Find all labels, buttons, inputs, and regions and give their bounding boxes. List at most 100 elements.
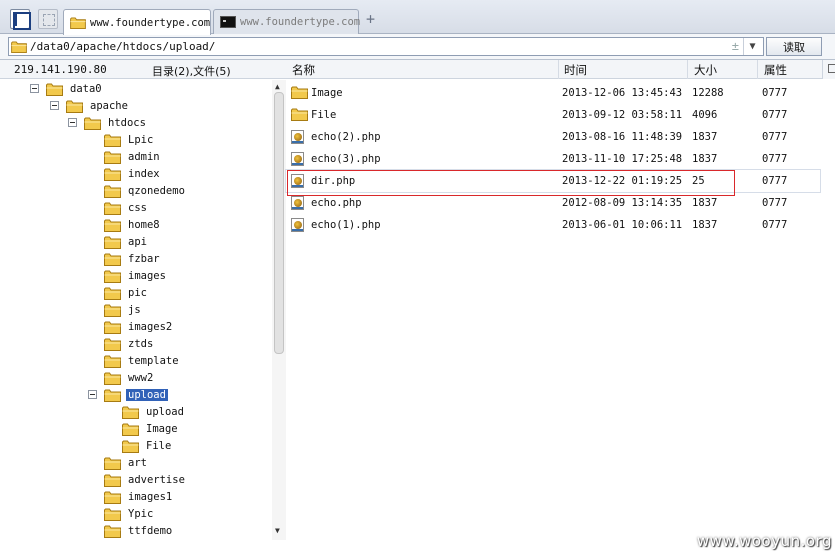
tree-node[interactable]: images2 (104, 319, 174, 335)
column-time[interactable]: 时间 (564, 62, 587, 78)
dir-summary: 目录(2),文件(5) (152, 65, 231, 78)
path-text: /data0/apache/htdocs/upload/ (30, 40, 216, 53)
terminal-icon (220, 16, 236, 28)
file-name: echo.php (311, 197, 362, 209)
tree-node[interactable]: Ypic (104, 506, 155, 522)
tree-node[interactable]: template (104, 353, 181, 369)
tree-node-label: js (128, 304, 141, 316)
php-file-icon (291, 130, 304, 144)
tree-node[interactable]: apache (66, 98, 130, 114)
folder-icon (104, 219, 121, 232)
tree-node[interactable]: upload (122, 404, 186, 420)
tree-node-label: api (128, 236, 147, 248)
tree-node-label: Ypic (128, 508, 154, 520)
collapse-toggle-icon[interactable] (88, 390, 97, 399)
column-divider[interactable] (687, 60, 688, 79)
file-row[interactable]: File 2013-09-12 03:58:11 4096 0777 (286, 104, 820, 126)
tree-node[interactable]: File (122, 438, 173, 454)
read-button[interactable]: 读取 (766, 37, 822, 56)
tree-scrollbar[interactable]: ▲ ▼ (272, 80, 286, 540)
tree-node[interactable]: ztds (104, 336, 155, 352)
tab-terminal[interactable]: www.foundertype.com (213, 9, 361, 34)
scroll-up-icon[interactable]: ▲ (275, 82, 280, 91)
new-tab-plus-icon[interactable]: + (366, 12, 375, 27)
tree-node[interactable]: ttfdemo (104, 523, 174, 539)
folder-icon (104, 525, 121, 538)
column-divider[interactable] (757, 60, 758, 79)
tree-node[interactable]: index (104, 166, 162, 182)
tab-file-manager[interactable]: www.foundertype.com (63, 9, 211, 35)
tree-node[interactable]: css (104, 200, 149, 216)
server-ip: 219.141.190.80 (14, 63, 107, 76)
file-row[interactable]: echo(3).php 2013-11-10 17:25:48 1837 0777 (286, 148, 820, 170)
tree-node[interactable]: api (104, 234, 149, 250)
tree-node-label: admin (128, 151, 160, 163)
file-size: 1837 (692, 219, 718, 231)
file-name: echo(1).php (311, 219, 381, 231)
tree-node[interactable]: advertise (104, 472, 187, 488)
column-attr[interactable]: 属性 (764, 62, 787, 78)
plus-minus-icon[interactable]: ± (732, 39, 739, 53)
tree-node-label: home8 (128, 219, 160, 231)
toggle-panel-button[interactable] (10, 9, 31, 30)
tree-node[interactable]: js (104, 302, 143, 318)
folder-icon (104, 508, 121, 521)
tree-node[interactable]: images1 (104, 489, 174, 505)
chevron-down-icon[interactable]: ▼ (743, 38, 761, 55)
tree-node[interactable]: qzonedemo (104, 183, 187, 199)
tree-node-label: art (128, 457, 147, 469)
file-row[interactable]: dir.php 2013-12-22 01:19:25 25 0777 (285, 169, 821, 193)
tree-node[interactable]: pic (104, 285, 149, 301)
file-name: Image (311, 87, 343, 99)
tree-node-label: images2 (128, 321, 173, 333)
tree-node[interactable]: www2 (104, 370, 155, 386)
folder-icon (104, 491, 121, 504)
folder-icon (104, 304, 121, 317)
tree-node-label: Image (146, 423, 178, 435)
tree-node-label: upload (126, 389, 168, 401)
column-divider[interactable] (558, 60, 559, 79)
file-row[interactable]: echo(2).php 2013-08-16 11:48:39 1837 0777 (286, 126, 820, 148)
scrollbar-thumb[interactable] (274, 92, 284, 354)
tree-node[interactable]: htdocs (84, 115, 148, 131)
tree-node-label: css (128, 202, 147, 214)
tree-node-label: template (128, 355, 179, 367)
tree-node[interactable]: images (104, 268, 168, 284)
folder-icon (104, 168, 121, 181)
file-row[interactable]: echo(1).php 2013-06-01 10:06:11 1837 0777 (286, 214, 820, 236)
path-input[interactable]: /data0/apache/htdocs/upload/ ± ▼ (8, 37, 764, 56)
php-file-icon (291, 152, 304, 166)
folder-icon (104, 457, 121, 470)
folder-icon (104, 202, 121, 215)
tab-label: www.foundertype.com (240, 16, 361, 28)
collapse-toggle-icon[interactable] (30, 84, 39, 93)
column-name[interactable]: 名称 (292, 62, 315, 78)
tree-node-label: pic (128, 287, 147, 299)
tree-node[interactable]: Lpic (104, 132, 155, 148)
directory-tree: data0 apache htdocs Lpic admin index qzonedemo… (0, 80, 272, 540)
collapse-toggle-icon[interactable] (68, 118, 77, 127)
php-file-icon (291, 174, 304, 188)
tree-node[interactable]: home8 (104, 217, 162, 233)
tree-node[interactable]: Image (122, 421, 180, 437)
file-attr: 0777 (762, 197, 788, 209)
tree-node-label: ttfdemo (128, 525, 173, 537)
collapse-toggle-icon[interactable] (50, 101, 59, 110)
file-time: 2013-08-16 11:48:39 (562, 131, 683, 143)
tree-node-label: fzbar (128, 253, 160, 265)
folder-icon (122, 423, 139, 436)
column-chooser-icon[interactable] (822, 60, 835, 79)
tree-node[interactable]: fzbar (104, 251, 162, 267)
tree-node[interactable]: data0 (46, 81, 104, 97)
scroll-down-icon[interactable]: ▼ (275, 526, 280, 535)
file-row[interactable]: echo.php 2012-08-09 13:14:35 1837 0777 (286, 192, 820, 214)
tree-node-label: qzonedemo (128, 185, 185, 197)
tree-node[interactable]: upload (104, 387, 168, 403)
column-size[interactable]: 大小 (694, 62, 717, 78)
new-window-button[interactable] (38, 9, 58, 29)
file-attr: 0777 (762, 109, 788, 121)
file-time: 2013-09-12 03:58:11 (562, 109, 683, 121)
file-row[interactable]: Image 2013-12-06 13:45:43 12288 0777 (286, 82, 820, 104)
tree-node[interactable]: admin (104, 149, 162, 165)
tree-node[interactable]: art (104, 455, 149, 471)
